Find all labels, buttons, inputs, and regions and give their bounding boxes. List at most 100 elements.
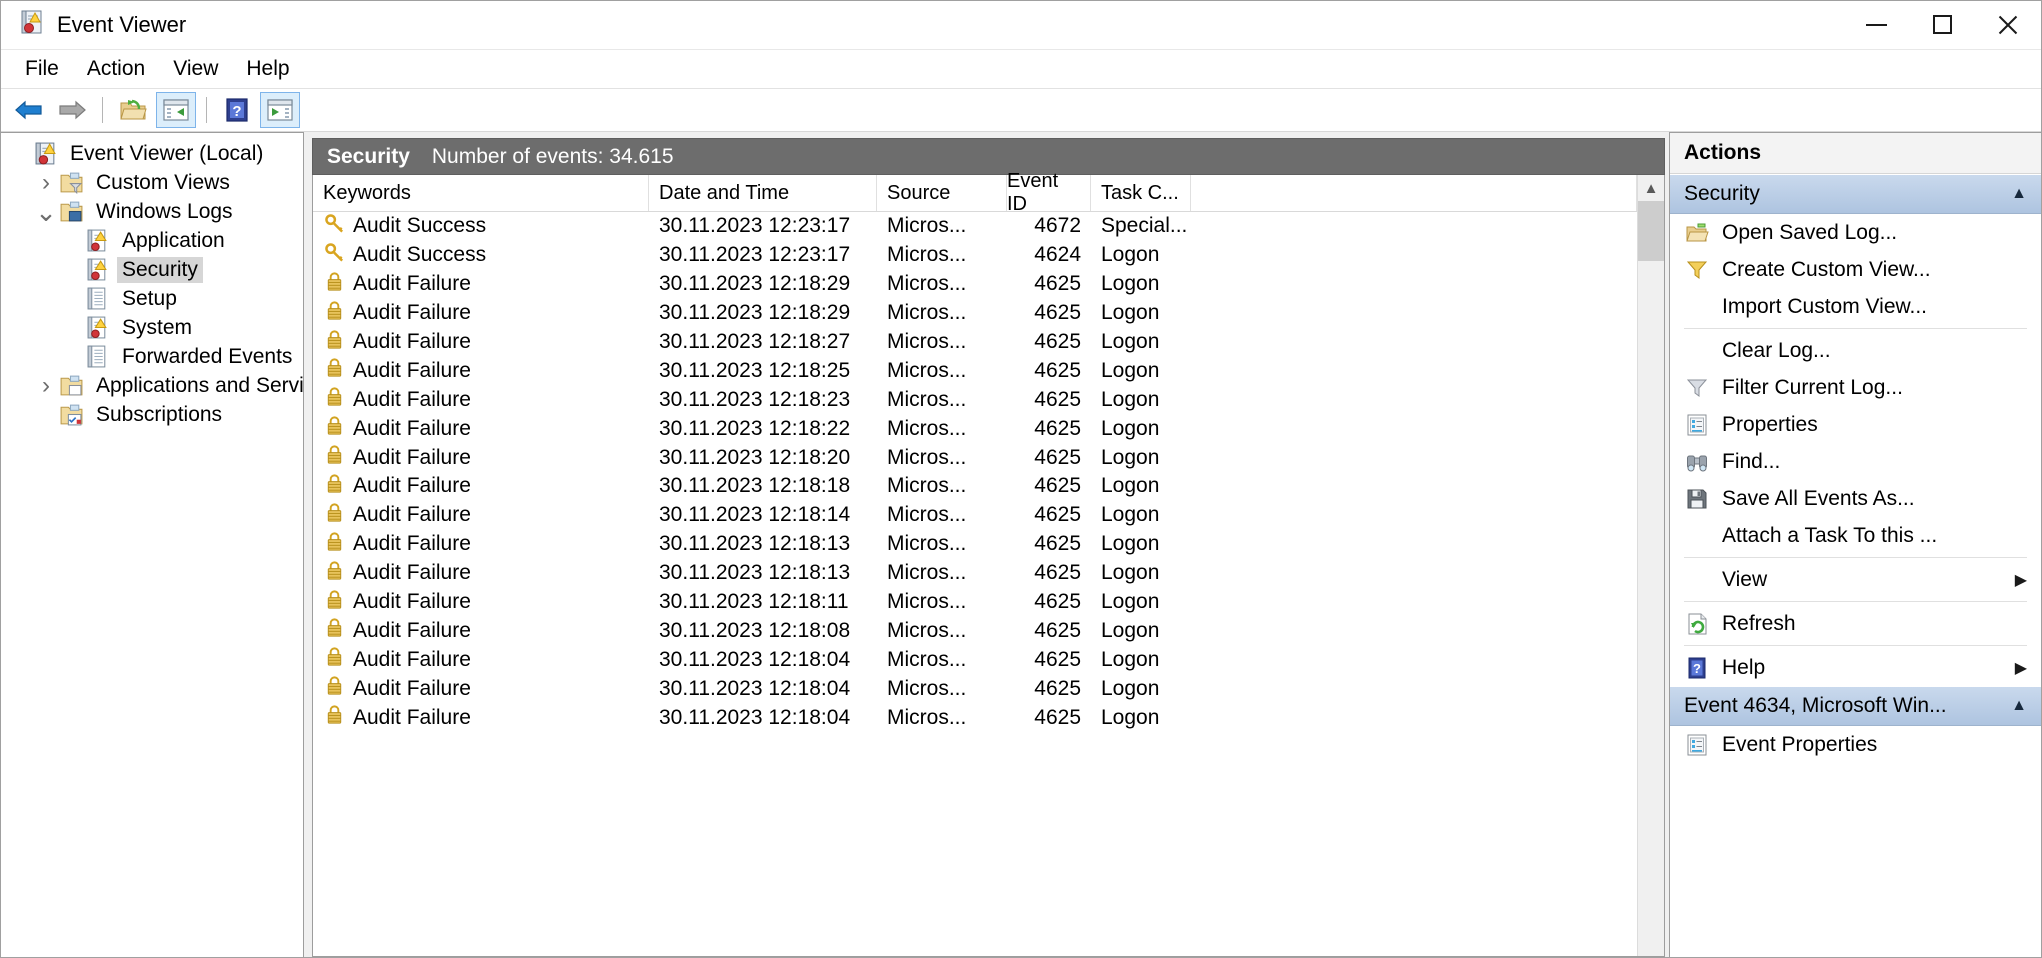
- action-item-import-custom-view[interactable]: Import Custom View...: [1670, 288, 2041, 325]
- event-list-scrollbar[interactable]: ▲: [1637, 175, 1664, 956]
- close-button[interactable]: [1975, 1, 2041, 48]
- column-header-source[interactable]: Source: [877, 175, 1007, 211]
- menu-file[interactable]: File: [11, 54, 73, 84]
- tree-item-application[interactable]: Application: [1, 226, 303, 255]
- table-row[interactable]: Audit Failure 30.11.2023 12:18:29 Micros..…: [313, 270, 1637, 299]
- title-bar-left: Event Viewer: [1, 9, 1843, 41]
- funnel-icon: [1684, 376, 1710, 400]
- scroll-up-icon[interactable]: ▲: [1638, 175, 1664, 201]
- table-row[interactable]: Audit Failure 30.11.2023 12:18:08 Micros..…: [313, 616, 1637, 645]
- table-row[interactable]: Audit Failure 30.11.2023 12:18:29 Micros..…: [313, 299, 1637, 328]
- table-row[interactable]: Audit Failure 30.11.2023 12:18:23 Micros..…: [313, 385, 1637, 414]
- tree-item-event-viewer-local[interactable]: Event Viewer (Local): [1, 139, 303, 168]
- cell-source: Micros...: [887, 503, 967, 527]
- action-item-clear-log[interactable]: Clear Log...: [1670, 332, 2041, 369]
- table-row[interactable]: Audit Failure 30.11.2023 12:18:04 Micros..…: [313, 674, 1637, 703]
- chevron-right-icon[interactable]: ›: [33, 169, 59, 197]
- keywords-text: Audit Failure: [353, 532, 471, 556]
- collapse-chevron-icon[interactable]: ▲: [2011, 697, 2027, 715]
- menu-view[interactable]: View: [159, 54, 232, 84]
- lock-icon: [323, 472, 346, 501]
- action-item-filter-current-log[interactable]: Filter Current Log...: [1670, 369, 2041, 406]
- actions-section-header[interactable]: Event 4634, Microsoft Win... ▲: [1670, 686, 2041, 726]
- tree-item-system[interactable]: System: [1, 313, 303, 342]
- action-item-help[interactable]: ? Help ▶: [1670, 649, 2041, 686]
- tree-item-forwarded-events[interactable]: Forwarded Events: [1, 342, 303, 371]
- cell-filler: [1191, 299, 1637, 328]
- action-item-attach-a-task-to-this[interactable]: Attach a Task To this ...: [1670, 517, 2041, 554]
- table-row[interactable]: Audit Success 30.11.2023 12:23:17 Micros..…: [313, 212, 1637, 241]
- table-row[interactable]: Audit Failure 30.11.2023 12:18:13 Micros..…: [313, 530, 1637, 559]
- keywords-text: Audit Failure: [353, 330, 471, 353]
- table-row[interactable]: Audit Failure 30.11.2023 12:18:04 Micros..…: [313, 703, 1637, 732]
- table-row[interactable]: Audit Failure 30.11.2023 12:18:20 Micros..…: [313, 443, 1637, 472]
- chevron-down-icon[interactable]: ⌄: [33, 199, 59, 225]
- cell-datetime: 30.11.2023 12:18:04: [659, 705, 851, 729]
- tree-item-windows-logs[interactable]: ⌄ Windows Logs: [1, 197, 303, 226]
- tree-item-label: Forwarded Events: [122, 344, 293, 368]
- table-row[interactable]: Audit Failure 30.11.2023 12:18:25 Micros..…: [313, 356, 1637, 385]
- column-header-task[interactable]: Task C...: [1091, 175, 1191, 211]
- help-button[interactable]: ?: [217, 92, 257, 128]
- action-item-save-all-events-as[interactable]: Save All Events As...: [1670, 480, 2041, 517]
- menu-help[interactable]: Help: [232, 54, 303, 84]
- tree-item-setup[interactable]: Setup: [1, 284, 303, 313]
- collapse-chevron-icon[interactable]: ▲: [2011, 185, 2027, 203]
- svg-text:?: ?: [232, 103, 241, 120]
- table-row[interactable]: Audit Failure 30.11.2023 12:18:04 Micros..…: [313, 645, 1637, 674]
- keywords-text: Audit Failure: [353, 445, 471, 469]
- show-console-tree-button[interactable]: [156, 92, 196, 128]
- action-item-label: Help: [1722, 655, 1766, 679]
- table-row[interactable]: Audit Failure 30.11.2023 12:18:18 Micros..…: [313, 472, 1637, 501]
- show-action-pane-button[interactable]: [260, 92, 300, 128]
- menu-action[interactable]: Action: [73, 54, 159, 84]
- binoculars-icon: [1687, 455, 1707, 471]
- action-item-label: Refresh: [1722, 611, 1796, 635]
- cell-source: Micros...: [887, 214, 967, 238]
- keywords-text: Audit Success: [353, 243, 487, 267]
- table-row[interactable]: Audit Failure 30.11.2023 12:18:14 Micros..…: [313, 501, 1637, 530]
- open-folder-button[interactable]: [113, 92, 153, 128]
- action-item-view[interactable]: View ▶: [1670, 561, 2041, 598]
- action-item-properties[interactable]: Properties: [1670, 406, 2041, 443]
- table-row[interactable]: Audit Failure 30.11.2023 12:18:27 Micros..…: [313, 328, 1637, 357]
- action-item-event-properties[interactable]: Event Properties: [1670, 726, 2041, 763]
- menu-bar: File Action View Help: [1, 50, 2041, 89]
- cell-filler: [1191, 328, 1637, 357]
- properties-icon: [1687, 734, 1707, 755]
- cell-source: Micros...: [887, 416, 967, 440]
- table-row[interactable]: Audit Failure 30.11.2023 12:18:22 Micros..…: [313, 414, 1637, 443]
- forward-button[interactable]: [52, 92, 92, 128]
- tree-item-subscriptions[interactable]: Subscriptions: [1, 400, 303, 429]
- cell-filler: [1191, 616, 1637, 645]
- chevron-right-icon[interactable]: ›: [33, 372, 59, 400]
- cell-filler: [1191, 356, 1637, 385]
- tree-item-custom-views[interactable]: › Custom Views: [1, 168, 303, 197]
- action-item-find[interactable]: Find...: [1670, 443, 2041, 480]
- open-folder-icon: [1684, 221, 1710, 245]
- tree-item-security[interactable]: Security: [1, 255, 303, 284]
- maximize-button[interactable]: [1909, 1, 1975, 48]
- tree-item-applications-and-services-lo[interactable]: › Applications and Services Lo: [1, 371, 303, 400]
- column-header-eventid[interactable]: Event ID: [1007, 170, 1091, 215]
- action-item-refresh[interactable]: Refresh: [1670, 605, 2041, 642]
- action-separator: [1684, 601, 2027, 602]
- scrollbar-thumb[interactable]: [1638, 201, 1664, 261]
- event-rows: Audit Success 30.11.2023 12:23:17 Micros..…: [313, 212, 1637, 956]
- table-row[interactable]: Audit Failure 30.11.2023 12:18:11 Micros..…: [313, 588, 1637, 617]
- column-header-datetime[interactable]: Date and Time: [649, 175, 877, 211]
- lock-icon: [327, 445, 342, 464]
- table-row[interactable]: Audit Failure 30.11.2023 12:18:13 Micros..…: [313, 559, 1637, 588]
- actions-section-header[interactable]: Security ▲: [1670, 174, 2041, 214]
- back-button[interactable]: [9, 92, 49, 128]
- column-header-keywords[interactable]: Keywords: [313, 175, 649, 211]
- folder-subscriptions-icon: [59, 402, 86, 427]
- minimize-button[interactable]: [1843, 1, 1909, 48]
- action-item-label: Clear Log...: [1722, 338, 1831, 362]
- folder-subscriptions-icon: [60, 404, 83, 426]
- help-question-icon: ?: [226, 98, 248, 122]
- action-item-open-saved-log[interactable]: Open Saved Log...: [1670, 214, 2041, 251]
- action-item-create-custom-view[interactable]: Create Custom View...: [1670, 251, 2041, 288]
- table-row[interactable]: Audit Success 30.11.2023 12:23:17 Micros..…: [313, 241, 1637, 270]
- lock-icon: [327, 589, 342, 609]
